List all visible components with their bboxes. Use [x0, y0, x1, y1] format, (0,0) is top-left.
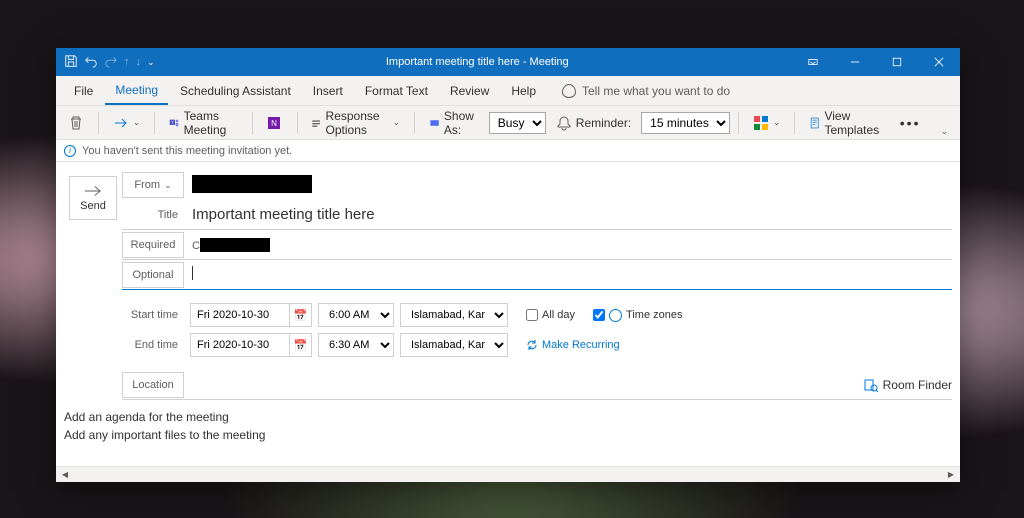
title-label: Title [122, 202, 184, 228]
undo-icon[interactable] [84, 54, 98, 71]
teams-icon: T [169, 115, 180, 131]
up-icon[interactable]: ↑ [124, 56, 130, 68]
down-icon[interactable]: ↓ [136, 56, 142, 68]
response-options-button[interactable]: Response Options⌄ [305, 106, 406, 140]
meeting-window: ↑ ↓ ⌄ Important meeting title here - Mee… [56, 48, 960, 482]
from-value [190, 171, 952, 200]
show-as-label: Show As: [423, 106, 485, 140]
tell-me-placeholder: Tell me what you want to do [582, 84, 730, 98]
location-button[interactable]: Location [122, 372, 184, 398]
all-day-checkbox[interactable]: All day [526, 309, 575, 321]
end-tz-select[interactable]: Islamabad, Karachi [400, 333, 508, 357]
minimize-button[interactable] [834, 48, 876, 76]
meeting-form: Send From Title Important meeting title … [56, 162, 960, 408]
bell-icon [556, 115, 572, 131]
tab-file[interactable]: File [64, 78, 103, 104]
ribbon-tabs: File Meeting Scheduling Assistant Insert… [56, 76, 960, 106]
calendar-icon[interactable]: 📅 [290, 333, 312, 357]
tell-me-search[interactable]: Tell me what you want to do [562, 84, 730, 98]
optional-button[interactable]: Optional [122, 262, 184, 288]
globe-icon [609, 309, 622, 322]
info-icon: i [64, 145, 76, 157]
svg-text:N: N [271, 119, 277, 128]
location-input[interactable] [190, 381, 863, 389]
delete-button[interactable] [62, 112, 90, 134]
tab-review[interactable]: Review [440, 78, 499, 104]
tab-scheduling[interactable]: Scheduling Assistant [170, 78, 301, 104]
maximize-button[interactable] [876, 48, 918, 76]
show-as-select[interactable]: Busy [489, 112, 546, 134]
room-finder-icon [863, 377, 879, 393]
from-button[interactable]: From [122, 172, 184, 198]
start-date-input[interactable] [190, 303, 290, 327]
save-icon[interactable] [64, 54, 78, 71]
forward-button[interactable]: ⌄ [107, 112, 147, 134]
reminder-select[interactable]: 15 minutes [641, 112, 730, 134]
qat-dropdown-icon[interactable]: ⌄ [147, 57, 155, 68]
recurring-icon [526, 339, 538, 351]
start-time-select[interactable]: 6:00 AM [318, 303, 394, 327]
teams-meeting-button[interactable]: T Teams Meeting [163, 106, 244, 140]
end-time-select[interactable]: 6:30 AM [318, 333, 394, 357]
calendar-icon[interactable]: 📅 [290, 303, 312, 327]
view-templates-button[interactable]: View Templates [803, 106, 890, 140]
horizontal-scrollbar[interactable]: ◀ ▶ [56, 466, 960, 482]
make-recurring-link[interactable]: Make Recurring [526, 339, 620, 351]
body-line: Add an agenda for the meeting [64, 408, 952, 426]
lightbulb-icon [562, 84, 576, 98]
optional-input[interactable] [190, 262, 952, 287]
titlebar: ↑ ↓ ⌄ Important meeting title here - Mee… [56, 48, 960, 76]
required-redacted [200, 238, 270, 252]
busy-icon [429, 115, 440, 131]
start-time-label: Start time [122, 302, 184, 328]
ellipsis-icon: ••• [900, 115, 921, 131]
collapse-ribbon-icon[interactable]: ⌄ [934, 124, 954, 139]
required-button[interactable]: Required [122, 232, 184, 258]
scroll-left-icon[interactable]: ◀ [58, 468, 72, 482]
end-time-label: End time [122, 332, 184, 358]
send-button[interactable]: Send [69, 176, 117, 220]
categorize-icon [753, 115, 769, 131]
scroll-right-icon[interactable]: ▶ [944, 468, 958, 482]
templates-icon [809, 115, 820, 131]
info-message: You haven't sent this meeting invitation… [82, 145, 292, 157]
ribbon: ⌄ T Teams Meeting N Response Options⌄ Sh… [56, 106, 960, 140]
close-button[interactable] [918, 48, 960, 76]
title-input[interactable]: Important meeting title here [190, 202, 952, 227]
tab-insert[interactable]: Insert [303, 78, 353, 104]
window-title: Important meeting title here - Meeting [163, 56, 792, 68]
more-commands-button[interactable]: ••• [894, 112, 927, 134]
meeting-body[interactable]: Add an agenda for the meeting Add any im… [56, 408, 960, 466]
redo-icon[interactable] [104, 54, 118, 71]
room-finder-button[interactable]: Room Finder [863, 377, 952, 393]
timezones-checkbox[interactable]: Time zones [593, 309, 682, 322]
onenote-button[interactable]: N [261, 112, 289, 134]
info-bar: i You haven't sent this meeting invitati… [56, 140, 960, 162]
end-date-input[interactable] [190, 333, 290, 357]
tab-format[interactable]: Format Text [355, 78, 438, 104]
ribbon-display-icon[interactable] [792, 48, 834, 76]
tab-help[interactable]: Help [501, 78, 546, 104]
categorize-button[interactable]: ⌄ [747, 112, 787, 134]
send-arrow-icon [84, 184, 102, 198]
tab-meeting[interactable]: Meeting [105, 77, 168, 105]
from-redacted [192, 175, 312, 193]
onenote-icon: N [267, 115, 283, 131]
start-tz-select[interactable]: Islamabad, Karachi [400, 303, 508, 327]
body-line: Add any important files to the meeting [64, 426, 952, 444]
reminder-label: Reminder: [550, 112, 637, 134]
response-icon [311, 115, 321, 131]
required-value[interactable]: C [190, 233, 952, 257]
